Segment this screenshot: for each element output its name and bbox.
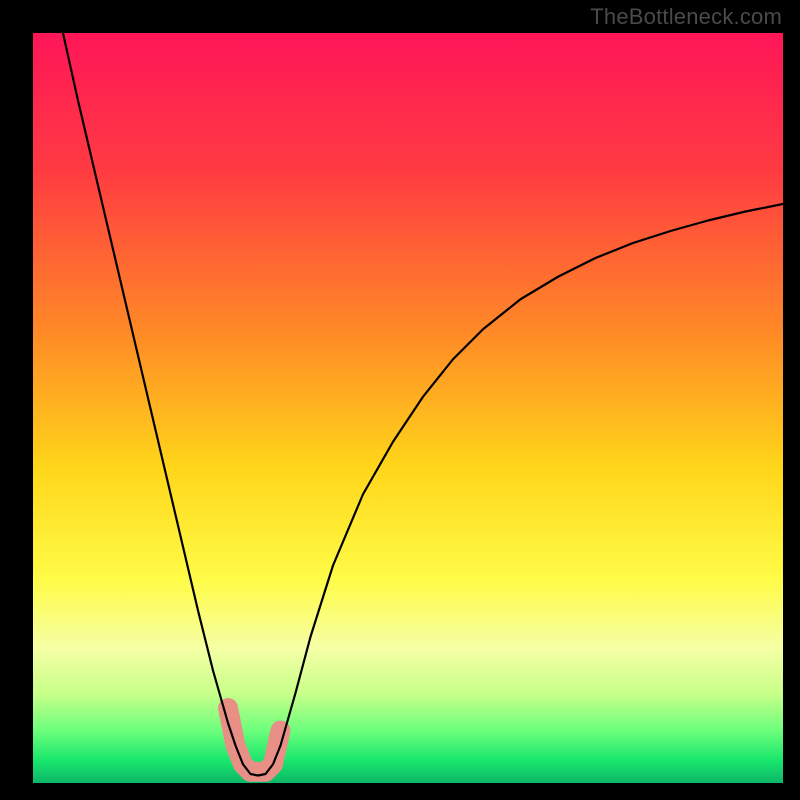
outer-frame: TheBottleneck.com [0, 0, 800, 800]
chart-svg [33, 33, 783, 783]
plot-area [33, 33, 783, 783]
gradient-background [33, 33, 783, 783]
watermark-text: TheBottleneck.com [590, 4, 782, 30]
